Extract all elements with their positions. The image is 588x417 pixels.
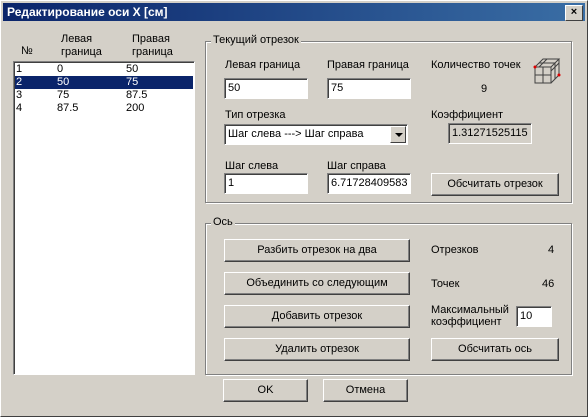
- points-count-value: 9: [481, 83, 488, 95]
- close-button[interactable]: ×: [565, 5, 583, 21]
- segment-type-select[interactable]: Шаг слева ---> Шаг справа: [224, 124, 408, 145]
- list-header-num: №: [21, 45, 33, 57]
- step-right-label: Шаг справа: [327, 160, 386, 172]
- split-segment-button[interactable]: Разбить отрезок на два: [224, 239, 410, 262]
- segments-count-label: Отрезков: [431, 244, 479, 256]
- points-total-label: Точек: [431, 278, 460, 290]
- points-total-value: 46: [542, 278, 555, 290]
- title-bar[interactable]: Редактирование оси X [см] ×: [3, 3, 585, 21]
- window-title: Редактирование оси X [см]: [7, 5, 168, 19]
- list-item[interactable]: 1 0 50: [15, 63, 193, 76]
- coefficient-label: Коэффициент: [431, 109, 504, 121]
- step-left-input[interactable]: 1: [224, 173, 308, 194]
- right-bound-label: Правая граница: [327, 59, 409, 71]
- current-segment-group-label: Текущий отрезок: [211, 34, 301, 46]
- list-header-left: Левая граница: [61, 33, 102, 58]
- grid-cube-icon: [533, 58, 561, 84]
- right-bound-input[interactable]: 75: [327, 78, 411, 99]
- dialog-window: Редактирование оси X [см] × № Левая гран…: [0, 0, 588, 417]
- coefficient-value: 1.31271525115: [448, 123, 532, 144]
- delete-segment-button[interactable]: Удалить отрезок: [224, 338, 410, 361]
- segment-type-value: Шаг слева ---> Шаг справа: [228, 128, 364, 140]
- max-coefficient-input[interactable]: 10: [516, 306, 552, 327]
- row-left: 0: [57, 63, 64, 75]
- list-item[interactable]: 3 75 87.5: [15, 89, 193, 102]
- left-bound-label: Левая граница: [225, 59, 301, 71]
- row-right: 87.5: [126, 89, 148, 101]
- merge-next-button[interactable]: Объединить со следующим: [224, 272, 410, 295]
- max-coefficient-label: Максимальный коэффициент: [431, 304, 509, 328]
- row-right: 75: [126, 76, 139, 88]
- left-bound-input[interactable]: 50: [224, 78, 308, 99]
- list-header-right: Правая граница: [132, 33, 173, 58]
- row-right: 50: [126, 63, 139, 75]
- add-segment-button[interactable]: Добавить отрезок: [224, 305, 410, 328]
- axis-group-label: Ось: [211, 216, 235, 228]
- row-num: 4: [16, 102, 23, 114]
- segments-list[interactable]: 1 0 50 2 50 75 3 75 87.5 4 87.5 200: [13, 61, 195, 375]
- row-right: 200: [126, 102, 145, 114]
- cancel-button[interactable]: Отмена: [323, 379, 408, 402]
- calc-axis-button[interactable]: Обсчитать ось: [431, 338, 559, 361]
- list-item[interactable]: 4 87.5 200: [15, 102, 193, 115]
- row-left: 87.5: [57, 102, 79, 114]
- points-count-label: Количество точек: [431, 59, 521, 71]
- step-left-label: Шаг слева: [225, 160, 279, 172]
- list-item-selected[interactable]: 2 50 75: [15, 76, 193, 89]
- row-left: 50: [57, 76, 70, 88]
- chevron-down-icon[interactable]: [390, 126, 406, 143]
- step-right-input[interactable]: 6.71728409583: [327, 173, 411, 194]
- segment-type-label: Тип отрезка: [225, 109, 286, 121]
- calc-segment-button[interactable]: Обсчитать отрезок: [431, 173, 559, 196]
- row-num: 2: [16, 76, 23, 88]
- row-left: 75: [57, 89, 70, 101]
- segments-count-value: 4: [548, 244, 555, 256]
- row-num: 3: [16, 89, 23, 101]
- row-num: 1: [16, 63, 23, 75]
- ok-button[interactable]: OK: [223, 379, 308, 402]
